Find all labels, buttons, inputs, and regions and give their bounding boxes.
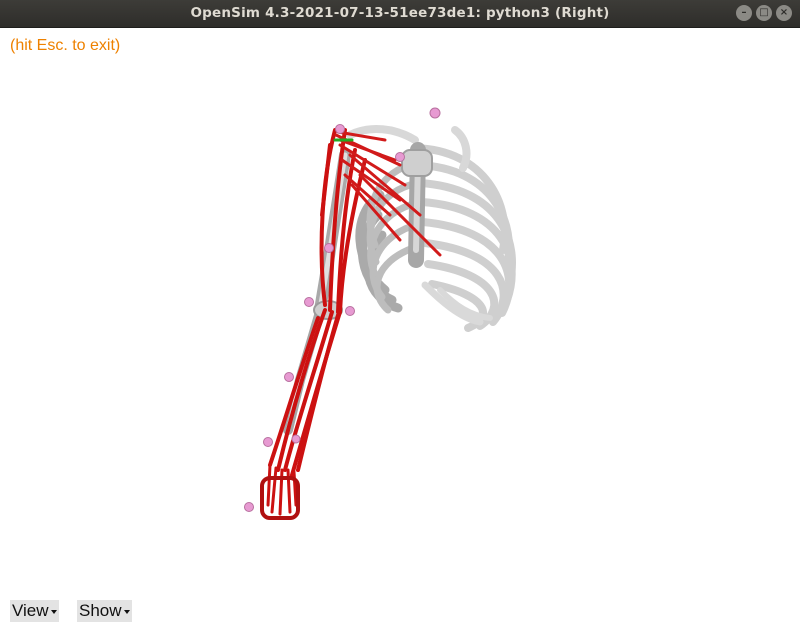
musculoskeletal-model[interactable] [0,28,800,628]
minimize-icon[interactable]: – [736,5,752,21]
window-controls: – □ × [736,5,792,21]
3d-viewport[interactable]: (hit Esc. to exit) View Show [0,28,800,628]
exit-hint: (hit Esc. to exit) [10,37,121,54]
chevron-down-icon [50,609,57,614]
chevron-down-icon [123,609,130,614]
view-menu-label: View [12,601,49,620]
window-titlebar: OpenSim 4.3-2021-07-13-51ee73de1: python… [0,0,800,28]
show-menu-label: Show [79,601,122,620]
close-icon[interactable]: × [776,5,792,21]
rib-cage [346,125,516,332]
window-title: OpenSim 4.3-2021-07-13-51ee73de1: python… [190,5,610,21]
maximize-icon[interactable]: □ [756,5,772,21]
view-menu-button[interactable]: View [10,600,59,622]
show-menu-button[interactable]: Show [77,600,132,622]
